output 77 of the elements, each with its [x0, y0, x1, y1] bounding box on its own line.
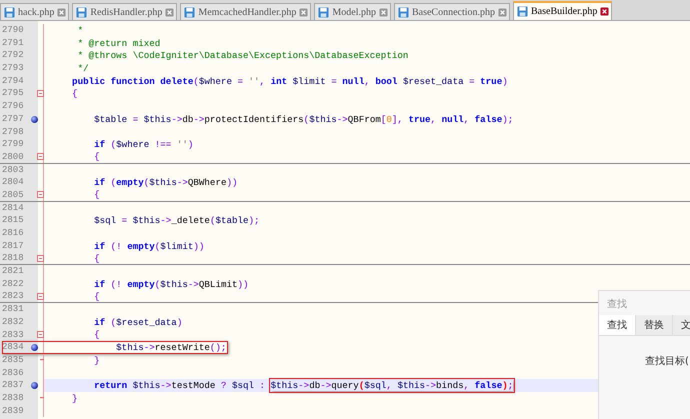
line-number: 2796 [1, 100, 25, 113]
file-tab[interactable]: RedisHandler.php [72, 3, 178, 20]
close-icon[interactable] [299, 8, 308, 16]
file-tab[interactable]: BaseConnection.php [394, 3, 510, 20]
fold-toggle-icon[interactable] [37, 254, 44, 262]
line-number: 2793 [1, 62, 25, 75]
code-line: if (! empty($limit)) [93, 240, 204, 252]
code-line: $table = $this->db->protectIdentifiers($this->QBFrom[0], true, null, false); [93, 114, 514, 125]
file-tab[interactable]: MemcachedHandler.php [180, 3, 312, 20]
code-line: */ [76, 62, 89, 74]
line-number: 2795 [1, 87, 25, 100]
close-icon[interactable] [378, 8, 388, 16]
code-line: if (empty($this->QBWhere)) [93, 177, 238, 188]
line-number: 2792 [1, 49, 25, 62]
line-number: 2822 [1, 278, 25, 290]
panel-tab[interactable]: 替换 [636, 315, 673, 335]
line-number: 2805 [1, 188, 25, 201]
line-number: 2836 [1, 366, 25, 380]
line-number: 2804 [1, 176, 25, 189]
code-line: { [93, 189, 100, 200]
code-line: { [93, 329, 100, 340]
line-number: 2816 [1, 227, 25, 240]
fold-toggle-icon[interactable] [37, 153, 44, 160]
line-number: 2834 [1, 341, 25, 354]
fold-toggle-icon[interactable] [37, 191, 44, 198]
highlighted-code: $this->db->query($sql, $this->binds, false); [270, 380, 514, 392]
code-line: if ($where !== '') [93, 139, 194, 150]
panel-tab[interactable]: 文 [673, 315, 690, 335]
line-number: 2803 [1, 164, 25, 176]
code-line: { [71, 88, 78, 100]
code-line: { [93, 151, 100, 162]
line-number: 2791 [1, 36, 25, 50]
close-icon[interactable] [57, 8, 66, 16]
file-tab[interactable]: hack.php [0, 3, 70, 20]
line-number: 2797 [1, 112, 25, 126]
code-line: public function delete($where = '', int $limit = null, bool $reset_data = true) [71, 76, 508, 87]
line-number: 2837 [1, 379, 25, 392]
field-label: 查找目标( [645, 354, 690, 368]
line-number: 2839 [1, 404, 25, 418]
panel-tab[interactable]: 查找 [599, 315, 636, 335]
code-line: } [71, 392, 78, 404]
line-number: 2814 [1, 202, 25, 214]
code-line: if (! empty($this->QBLimit)) [93, 278, 249, 290]
file-tab[interactable]: BaseBuilder.php [513, 1, 612, 20]
code-line: { [93, 290, 100, 302]
code-line: if ($reset_data) [93, 316, 182, 328]
fold-toggle-icon[interactable] [37, 90, 44, 98]
code-line: $sql = $this->_delete($table); [93, 215, 260, 226]
close-icon[interactable] [165, 8, 174, 16]
line-number: 2815 [1, 214, 25, 227]
line-number: 2821 [1, 265, 25, 278]
line-number: 2835 [1, 354, 25, 367]
code-line: return $this->testMode ? $sql : [93, 380, 266, 392]
close-icon[interactable] [600, 7, 610, 16]
close-icon[interactable] [498, 8, 508, 16]
fold-toggle-icon[interactable] [37, 331, 44, 338]
line-number: 2832 [1, 316, 25, 328]
file-tab[interactable]: Model.php [314, 3, 391, 20]
code-line: } [93, 354, 100, 366]
code-line: * @return mixed [76, 38, 160, 49]
line-number: 2833 [1, 328, 25, 342]
line-number: 2790 [1, 24, 25, 37]
line-number: 2798 [1, 126, 25, 138]
line-number: 2794 [1, 74, 25, 88]
line-number: 2838 [1, 392, 25, 405]
line-number: 2818 [1, 252, 25, 264]
code-line: * @throws \CodeIgniter\Database\Exceptions\DatabaseException [76, 50, 408, 62]
line-number: 2799 [1, 138, 25, 151]
line-number: 2800 [1, 150, 25, 163]
line-number: 2823 [1, 290, 25, 302]
line-number: 2831 [1, 303, 25, 316]
panel-title: 查找 [606, 298, 628, 312]
code-line: * [76, 24, 84, 36]
fold-toggle-icon[interactable] [37, 292, 44, 300]
code-line: { [93, 252, 100, 264]
line-number: 2817 [1, 240, 25, 252]
code-line: $this->resetWrite(); [115, 342, 226, 354]
